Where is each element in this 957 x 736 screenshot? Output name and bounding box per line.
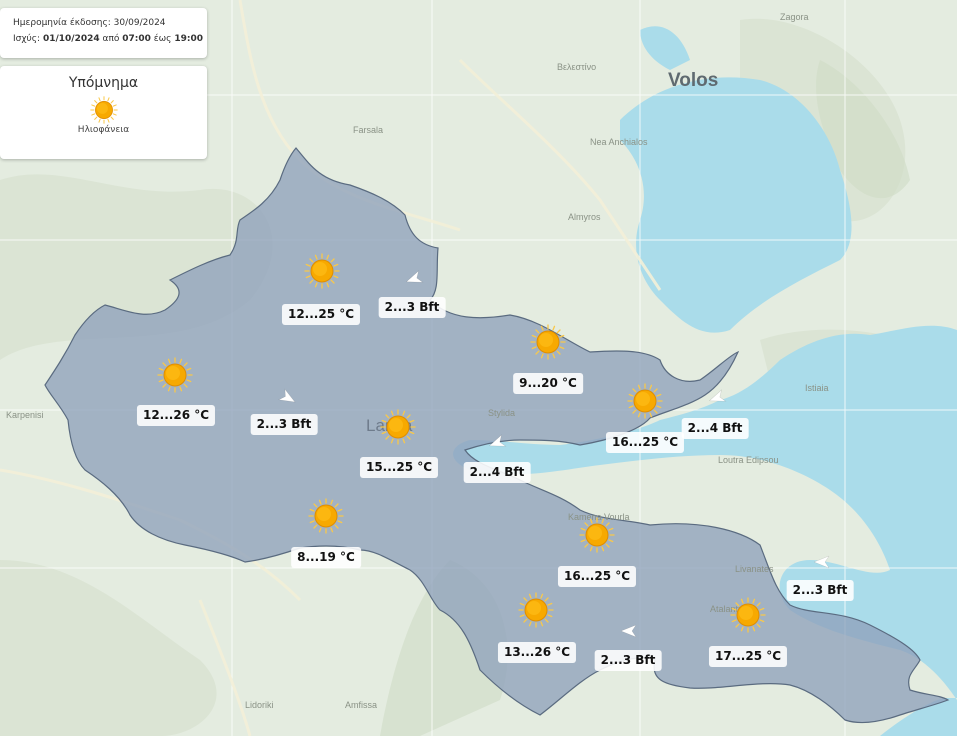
place-label: Zagora [780, 12, 809, 22]
wind-label[interactable]: 2...3 Bft [378, 297, 446, 318]
place-label: Almyros [568, 212, 601, 222]
sun-icon [308, 498, 344, 534]
wind-label[interactable]: 2...3 Bft [594, 650, 662, 671]
forecast-info-box: Ημερομηνία έκδοσης: 30/09/2024 Ισχύς: 01… [0, 8, 207, 58]
issue-date: 30/09/2024 [113, 18, 166, 28]
place-label: Karpenisi [6, 410, 44, 420]
wind-direction-arrow-icon [405, 270, 424, 283]
legend-item-label: Ηλιοφάνεια [77, 125, 130, 135]
valid-date: 01/10/2024 [42, 34, 100, 44]
wind-label[interactable]: 2...3 Bft [250, 414, 318, 435]
legend-panel: Υπόμνημα Ηλιοφάνεια [0, 66, 207, 159]
wind-label[interactable]: 2...4 Bft [463, 462, 531, 483]
valid-label: Ισχύς: [13, 34, 41, 44]
wind-direction-arrow-icon [813, 555, 830, 569]
place-label: Farsala [353, 125, 384, 135]
wind-direction-arrow-icon [278, 388, 296, 403]
to-time: 19:00 [174, 34, 203, 44]
place-label: Stylida [488, 408, 516, 418]
place-label: Lidoriki [245, 700, 274, 710]
wind-direction-arrow-icon [488, 434, 507, 447]
temperature-label[interactable]: 9...20 °C [513, 373, 583, 394]
issue-label: Ημερομηνία έκδοσης: [13, 18, 111, 28]
sun-icon [627, 383, 663, 419]
temperature-label[interactable]: 16...25 °C [557, 566, 637, 587]
place-label: Βελεστίνο [557, 62, 597, 72]
temperature-label[interactable]: 16...25 °C [605, 432, 685, 453]
validity-line: Ισχύς: 01/10/2024 από 07:00 έως 19:00 [13, 31, 207, 47]
sun-icon [518, 592, 554, 628]
wind-label[interactable]: 2...3 Bft [786, 580, 854, 601]
place-label: Nea Anchialos [590, 137, 648, 147]
wind-direction-arrow-icon [620, 624, 637, 638]
sun-icon [579, 517, 615, 553]
sun-icon [157, 357, 193, 393]
place-label: Livanates [735, 564, 774, 574]
legend-title: Υπόμνημα [68, 75, 139, 91]
wind-label[interactable]: 2...4 Bft [681, 418, 749, 439]
temperature-label[interactable]: 15...25 °C [359, 457, 439, 478]
temperature-label[interactable]: 13...26 °C [497, 642, 577, 663]
sun-icon [304, 253, 340, 289]
place-label: Volos [668, 70, 719, 91]
sun-icon [730, 597, 766, 633]
temperature-label[interactable]: 12...25 °C [281, 304, 361, 325]
from-time: 07:00 [122, 34, 151, 44]
temperature-label[interactable]: 8...19 °C [291, 547, 361, 568]
wind-direction-arrow-icon [708, 389, 727, 402]
temperature-label[interactable]: 17...25 °C [708, 646, 788, 667]
issue-date-line: Ημερομηνία έκδοσης: 30/09/2024 [13, 15, 207, 31]
place-label: Amfissa [345, 700, 378, 710]
place-label: Loutra Edipsou [718, 455, 779, 465]
temperature-label[interactable]: 12...26 °C [136, 405, 216, 426]
place-label: Istiaia [805, 383, 829, 393]
sun-icon [380, 409, 416, 445]
to-word: έως [153, 34, 172, 44]
sun-icon [530, 324, 566, 360]
from-word: από [102, 34, 120, 44]
sun-icon [89, 96, 118, 124]
